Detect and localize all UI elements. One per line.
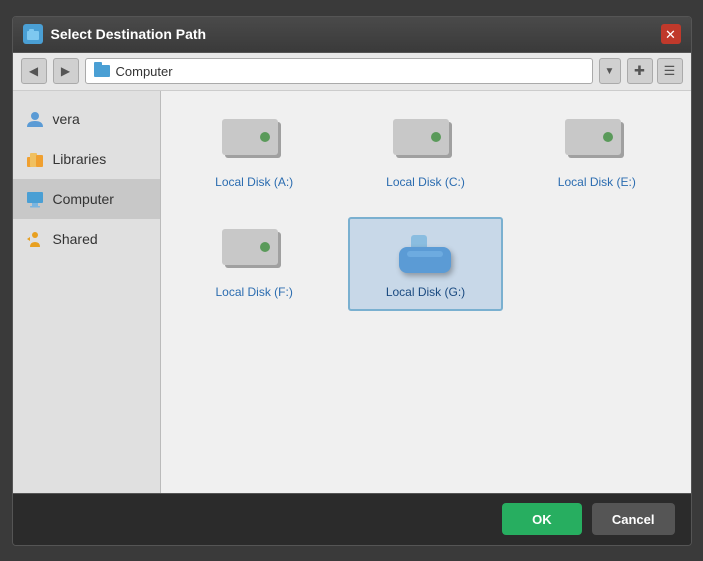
disk-label-g: Local Disk (G:): [386, 285, 465, 299]
sidebar-label-libraries: Libraries: [53, 151, 107, 167]
sidebar-item-computer[interactable]: Computer: [13, 179, 160, 219]
computer-icon: [94, 65, 110, 77]
disk-grid: Local Disk (A:) Local Disk (C:): [177, 107, 675, 311]
disk-icon-a: [222, 119, 286, 167]
content-area: Local Disk (A:) Local Disk (C:): [161, 91, 691, 493]
disk-item-e[interactable]: Local Disk (E:): [519, 107, 674, 201]
new-folder-button[interactable]: ✚: [627, 58, 653, 84]
view-button[interactable]: ☰: [657, 58, 683, 84]
address-dropdown-button[interactable]: ▼: [599, 58, 621, 84]
address-bar: Computer: [85, 58, 593, 84]
disk-label-c: Local Disk (C:): [386, 175, 465, 189]
dialog-title: Select Destination Path: [51, 26, 661, 42]
cancel-button[interactable]: Cancel: [592, 503, 675, 535]
disk-label-a: Local Disk (A:): [215, 175, 293, 189]
disk-item-g[interactable]: Local Disk (G:): [348, 217, 503, 311]
title-bar: Select Destination Path ✕: [13, 17, 691, 53]
disk-label-e: Local Disk (E:): [558, 175, 636, 189]
disk-item-c[interactable]: Local Disk (C:): [348, 107, 503, 201]
back-button[interactable]: ◀: [21, 58, 47, 84]
main-area: vera Libraries: [13, 91, 691, 493]
shared-icon: [25, 229, 45, 249]
libraries-icon: [25, 149, 45, 169]
title-icon: [23, 24, 43, 44]
ok-button[interactable]: OK: [502, 503, 582, 535]
dialog: Select Destination Path ✕ ◀ ▶ Computer ▼…: [12, 16, 692, 546]
disk-icon-e: [565, 119, 629, 167]
address-text: Computer: [116, 64, 584, 79]
disk-icon-f: [222, 229, 286, 277]
forward-button[interactable]: ▶: [53, 58, 79, 84]
toolbar-actions: ✚ ☰: [627, 58, 683, 84]
disk-label-f: Local Disk (F:): [215, 285, 292, 299]
sidebar-label-shared: Shared: [53, 231, 98, 247]
sidebar-label-computer: Computer: [53, 191, 114, 207]
user-icon: [25, 109, 45, 129]
computer-sidebar-icon: [25, 189, 45, 209]
sidebar-label-vera: vera: [53, 111, 80, 127]
close-button[interactable]: ✕: [661, 24, 681, 44]
disk-icon-c: [393, 119, 457, 167]
footer: OK Cancel: [13, 493, 691, 545]
sidebar-item-libraries[interactable]: Libraries: [13, 139, 160, 179]
sidebar-item-shared[interactable]: Shared: [13, 219, 160, 259]
disk-item-f[interactable]: Local Disk (F:): [177, 217, 332, 311]
sidebar: vera Libraries: [13, 91, 161, 493]
disk-item-a[interactable]: Local Disk (A:): [177, 107, 332, 201]
disk-icon-g: [393, 229, 457, 277]
sidebar-item-vera[interactable]: vera: [13, 99, 160, 139]
toolbar: ◀ ▶ Computer ▼ ✚ ☰: [13, 53, 691, 91]
